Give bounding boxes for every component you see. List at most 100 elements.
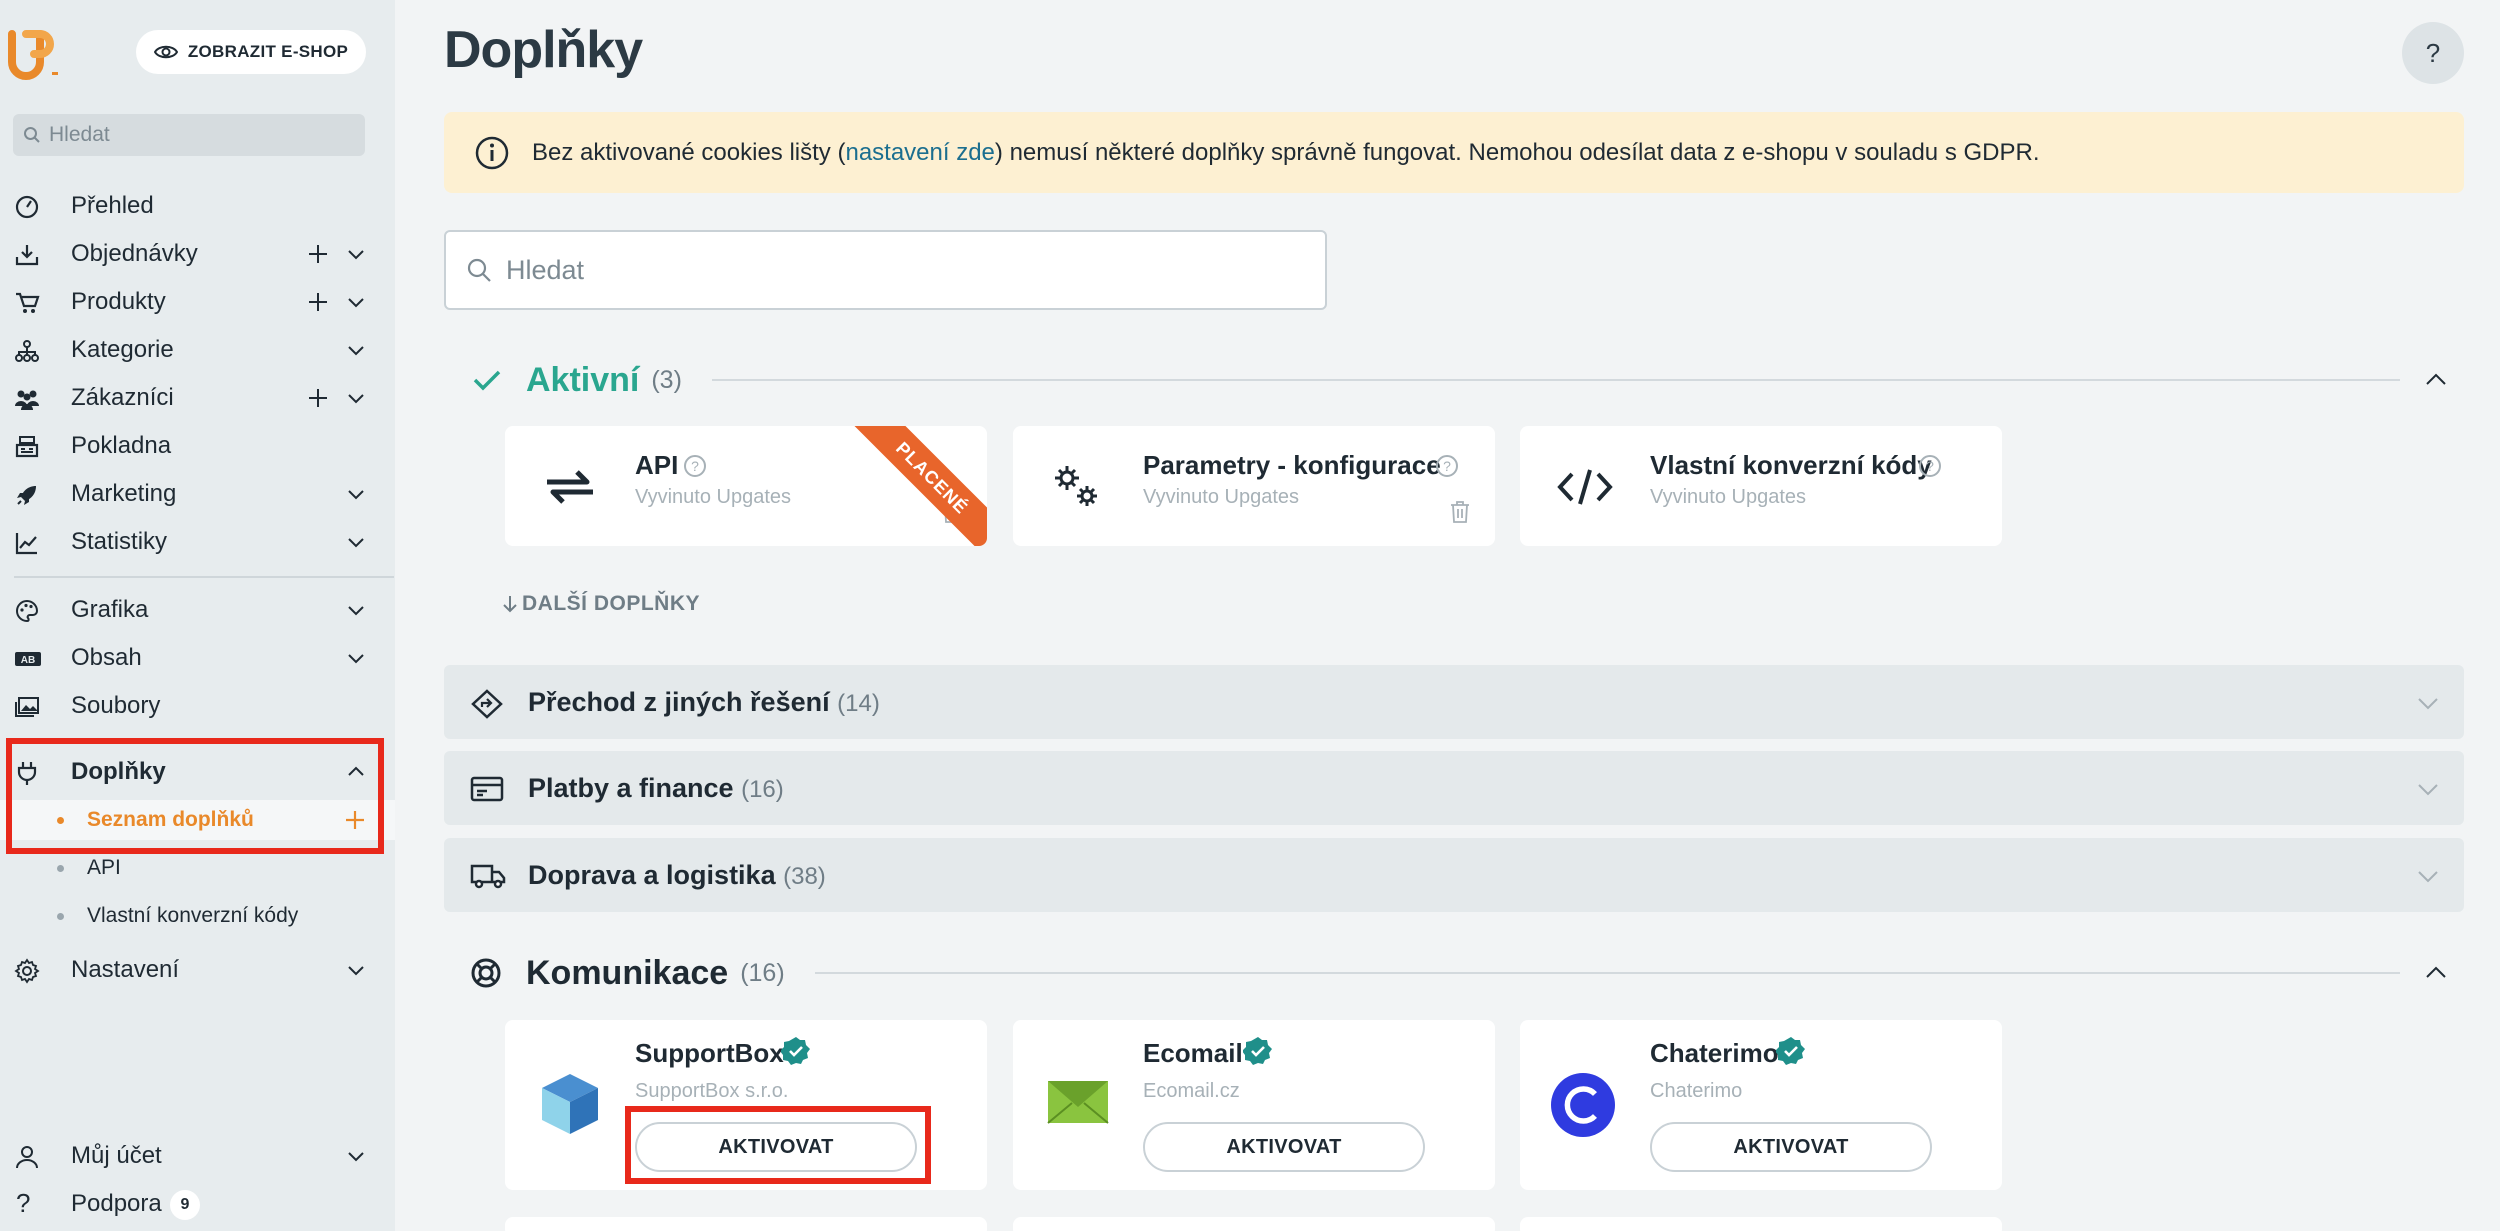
- category-migration[interactable]: Přechod z jiných řešení (14): [444, 665, 2464, 739]
- users-icon: [14, 386, 40, 412]
- dashboard-gauge-icon: [14, 194, 40, 220]
- chevron-down-icon[interactable]: [346, 340, 366, 360]
- chevron-down-icon[interactable]: [346, 292, 366, 312]
- notice-text-before: Bez aktivované cookies lišty (: [532, 138, 846, 166]
- addons-search[interactable]: [444, 230, 1327, 310]
- addon-card-partial[interactable]: [505, 1217, 987, 1231]
- category-payments[interactable]: Platby a finance (16): [444, 751, 2464, 825]
- svg-text:?: ?: [1926, 458, 1934, 474]
- sidebar-item-objednavky[interactable]: Objednávky: [0, 230, 395, 278]
- add-customer-plus-icon[interactable]: [307, 387, 329, 409]
- section-count: (3): [651, 365, 682, 394]
- sidebar-item-label: Obsah: [71, 644, 142, 671]
- addon-card-ecomail[interactable]: Ecomail Ecomail.cz AKTIVOVAT: [1013, 1020, 1495, 1190]
- chevron-up-icon[interactable]: [2424, 961, 2448, 985]
- chevron-down-icon[interactable]: [2416, 777, 2440, 801]
- help-button[interactable]: ?: [2402, 22, 2464, 84]
- cookie-settings-link[interactable]: nastavení zde: [845, 139, 994, 166]
- addon-name: Ecomail: [1143, 1038, 1243, 1068]
- addon-card-partial[interactable]: [1013, 1217, 1495, 1231]
- question-circle-icon[interactable]: ?: [1918, 454, 1942, 478]
- chevron-up-icon[interactable]: [2424, 368, 2448, 392]
- search-icon: [466, 257, 492, 283]
- check-icon: [472, 368, 502, 392]
- sidebar-subitem-api[interactable]: API: [0, 848, 395, 888]
- highlight-box-activate: [625, 1106, 931, 1184]
- verified-badge-icon: [781, 1036, 811, 1066]
- addon-card-conversion-codes[interactable]: Vlastní konverzní kódy ? Vyvinuto Upgate…: [1520, 426, 2002, 546]
- addon-developer: Chaterimo: [1650, 1080, 1743, 1102]
- chevron-down-icon[interactable]: [346, 244, 366, 264]
- gear-icon: [14, 958, 40, 984]
- more-addons-link[interactable]: DALŠÍ DOPLŇKY: [502, 592, 700, 616]
- question-circle-icon[interactable]: ?: [683, 454, 707, 478]
- gears-icon: [1045, 454, 1111, 520]
- addon-developer: Vyvinuto Upgates: [1650, 486, 1807, 508]
- addon-developer: SupportBox s.r.o.: [635, 1080, 789, 1102]
- section-line: [814, 972, 2400, 974]
- view-eshop-button[interactable]: ZOBRAZIT E-SHOP: [136, 30, 366, 74]
- notice-text-after: ) nemusí některé doplňky správně fungova…: [994, 138, 2040, 166]
- addon-name: SupportBox: [635, 1038, 784, 1068]
- chevron-down-icon[interactable]: [2416, 691, 2440, 715]
- chevron-down-icon[interactable]: [2416, 864, 2440, 888]
- sidebar-item-label: Kategorie: [71, 336, 174, 363]
- chevron-down-icon[interactable]: [346, 532, 366, 552]
- sidebar-item-kategorie[interactable]: Kategorie: [0, 326, 395, 374]
- sidebar-item-zakaznici[interactable]: Zákazníci: [0, 374, 395, 422]
- sidebar-item-soubory[interactable]: Soubory: [0, 682, 395, 730]
- active-section-header[interactable]: Aktivní (3): [444, 350, 2464, 410]
- question-circle-icon[interactable]: ?: [1435, 454, 1459, 478]
- sidebar-item-marketing[interactable]: Marketing: [0, 470, 395, 518]
- chevron-down-icon[interactable]: [346, 388, 366, 408]
- addons-search-input[interactable]: [506, 254, 1306, 286]
- verified-badge-icon: [1243, 1036, 1273, 1066]
- category-title: Doprava a logistika (38): [528, 860, 826, 891]
- activate-button[interactable]: AKTIVOVAT: [1650, 1122, 1932, 1172]
- chevron-down-icon[interactable]: [346, 1146, 366, 1166]
- communication-section-header[interactable]: Komunikace (16): [444, 943, 2464, 1003]
- section-title: Aktivní: [526, 360, 640, 399]
- trash-icon[interactable]: [1449, 500, 1471, 524]
- eye-icon: [153, 44, 178, 60]
- sidebar-subitem-label: API: [87, 856, 121, 879]
- chevron-down-icon[interactable]: [346, 484, 366, 504]
- sidebar-search[interactable]: [13, 114, 365, 156]
- sidebar-item-statistiky[interactable]: Statistiky: [0, 518, 395, 566]
- sidebar-item-nastaveni[interactable]: Nastavení: [0, 946, 395, 994]
- add-order-plus-icon[interactable]: [307, 243, 329, 265]
- category-shipping[interactable]: Doprava a logistika (38): [444, 838, 2464, 912]
- addon-card-partial[interactable]: [1520, 1217, 2002, 1231]
- sidebar-subitem-conversion-codes[interactable]: Vlastní konverzní kódy: [0, 896, 395, 936]
- addon-card-chaterimo[interactable]: Chaterimo Chaterimo AKTIVOVAT: [1520, 1020, 2002, 1190]
- svg-text:AB: AB: [21, 655, 35, 666]
- addon-card-api[interactable]: API ? Vyvinuto Upgates PLACENÉ: [505, 426, 987, 546]
- chevron-down-icon[interactable]: [346, 960, 366, 980]
- search-icon: [23, 126, 41, 144]
- sidebar-item-account[interactable]: Můj účet: [0, 1132, 395, 1180]
- chevron-down-icon[interactable]: [346, 600, 366, 620]
- addon-developer: Vyvinuto Upgates: [635, 486, 792, 508]
- activate-button[interactable]: AKTIVOVAT: [1143, 1122, 1425, 1172]
- upgates-logo[interactable]: [6, 26, 62, 82]
- sidebar-item-grafika[interactable]: Grafika: [0, 586, 395, 634]
- payment-card-icon: [470, 775, 504, 803]
- sidebar-item-label: Pokladna: [71, 432, 172, 459]
- chaterimo-logo: [1550, 1072, 1616, 1138]
- add-product-plus-icon[interactable]: [307, 291, 329, 313]
- sidebar-item-obsah[interactable]: AB Obsah: [0, 634, 395, 682]
- paid-ribbon: PLACENÉ: [852, 426, 987, 546]
- svg-text:?: ?: [691, 458, 699, 474]
- addon-name: Parametry - konfigurace: [1143, 450, 1441, 480]
- addon-developer: Vyvinuto Upgates: [1143, 486, 1300, 508]
- sidebar-item-pokladna[interactable]: Pokladna: [0, 422, 395, 470]
- sidebar-search-input[interactable]: [49, 123, 349, 147]
- sidebar-divider: [14, 576, 394, 578]
- view-eshop-label: ZOBRAZIT E-SHOP: [187, 42, 349, 61]
- addon-card-parameters[interactable]: Parametry - konfigurace ? Vyvinuto Upgat…: [1013, 426, 1495, 546]
- sidebar-item-prehled[interactable]: Přehled: [0, 182, 395, 230]
- bullet-dot: [57, 913, 64, 920]
- sidebar-item-produkty[interactable]: Produkty: [0, 278, 395, 326]
- chevron-down-icon[interactable]: [346, 648, 366, 668]
- truck-icon: [470, 862, 506, 890]
